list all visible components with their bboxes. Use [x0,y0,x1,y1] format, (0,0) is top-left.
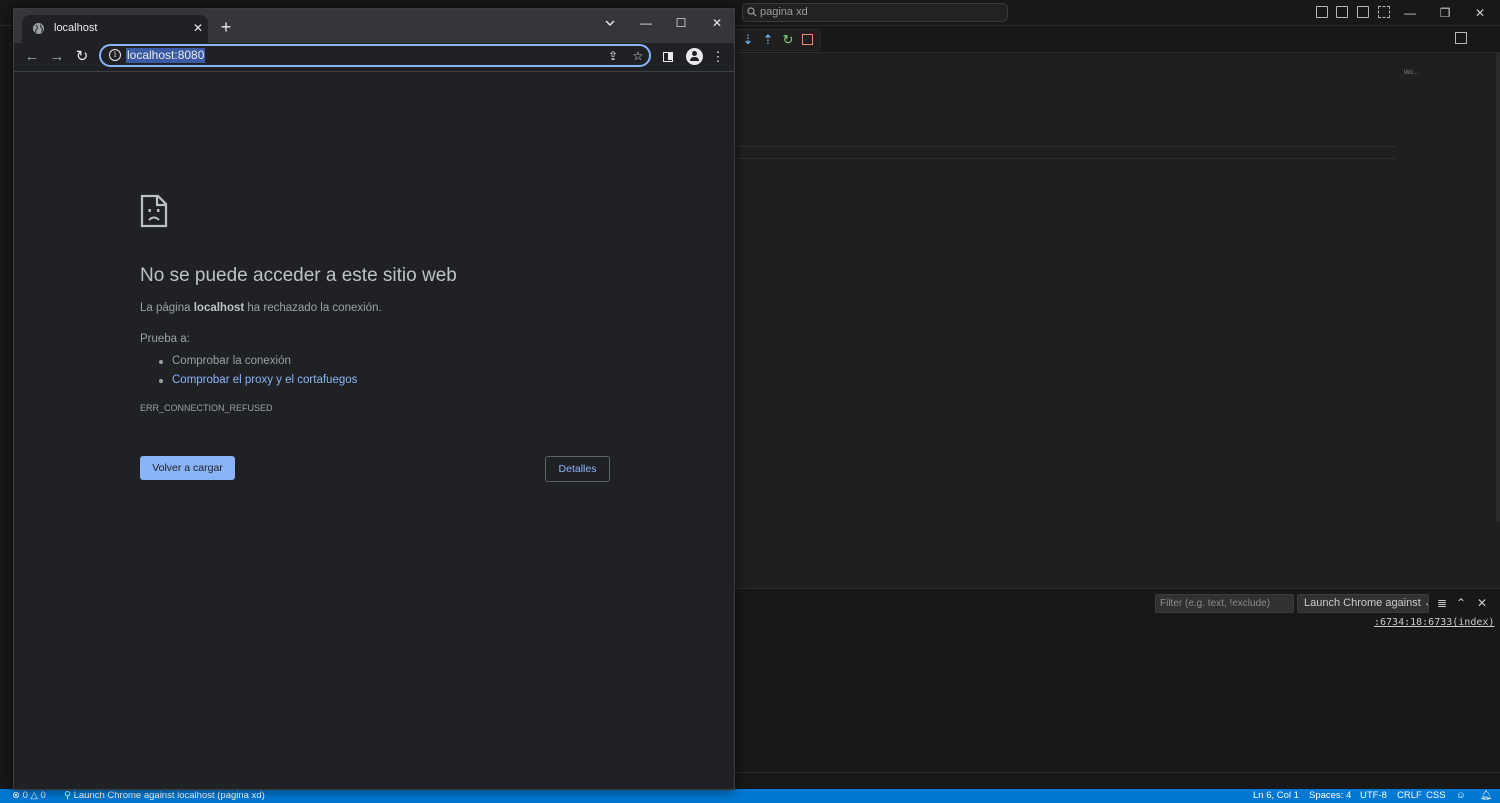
desc-host: localhost [193,302,245,314]
split-editor-icon[interactable] [1455,32,1467,44]
close-window-icon[interactable]: ✕ [705,13,729,33]
step-into-icon[interactable]: ⇣ [741,33,755,47]
restart-icon[interactable]: ↻ [781,33,795,47]
maximize-panel-icon[interactable]: ⌃ [1453,595,1469,611]
desc-suffix: ha rechazado la conexión. [244,302,382,314]
suggestion-check-proxy-link[interactable]: Comprobar el proxy y el cortafuegos [158,371,357,390]
share-icon[interactable]: ⇪ [605,48,621,64]
minimize-icon[interactable]: — [634,13,658,33]
suggestion-check-connection: Comprobar la conexión [158,352,357,371]
error-code: ERR_CONNECTION_REFUSED [140,403,273,413]
debug-target-label: Launch Chrome against localhost (pagina … [73,790,265,801]
warning-count: 0 [40,790,46,801]
error-description: La página localhost ha rechazado la cone… [140,302,382,314]
line-ending[interactable]: CRLF [1397,789,1422,803]
editor-area[interactable] [735,26,1500,588]
error-page: No se puede acceder a este sitio web La … [14,72,734,789]
sad-page-icon [140,194,168,228]
chevron-down-icon[interactable] [600,13,620,33]
close-icon[interactable]: ✕ [190,20,206,36]
activity-bar [0,26,14,789]
info-icon[interactable]: i [109,49,121,61]
suggestion-list: Comprobar la conexión Comprobar el proxy… [158,352,357,390]
problems-indicator[interactable]: ⊗ 0 △ 0 [12,789,46,803]
address-bar[interactable]: i localhost:8080 ⇪ ☆ [99,44,651,67]
debug-toolbar: ⇣ ⇡ ↻ [735,29,821,51]
word-wrap-icon[interactable]: ≣ [1434,595,1450,611]
close-panel-icon[interactable]: ✕ [1474,595,1490,611]
profile-head [692,51,697,56]
toggle-secondary-sidebar-icon[interactable] [1357,6,1369,18]
new-tab-button[interactable]: + [216,17,236,37]
desc-prefix: La página [140,302,194,314]
kebab-menu-icon[interactable]: ⋮ [708,47,728,67]
cursor-position[interactable]: Ln 6, Col 1 [1253,789,1299,803]
error-count: 0 [22,790,28,801]
toggle-sidebar-icon[interactable] [1316,6,1328,18]
reload-button[interactable]: Volver a cargar [140,456,235,480]
status-bar: ⊗ 0 △ 0 ⚲ Launch Chrome against localhos… [0,789,1500,803]
chrome-window: localhost ✕ + — ☐ ✕ ← → ↻ i localhost:80… [13,8,735,790]
url-text[interactable]: localhost:8080 [126,48,206,63]
chevron-down-icon: ⌄ [1424,597,1428,609]
try-label: Prueba a: [140,333,190,345]
launch-config-select[interactable]: Launch Chrome against ⌄ [1297,594,1429,613]
forward-arrow-icon[interactable]: → [46,46,68,68]
tab-title: localhost [54,22,98,34]
minimize-icon[interactable]: — [1400,4,1420,22]
side-panel-icon[interactable] [658,47,678,67]
customize-layout-icon[interactable] [1378,6,1390,18]
restore-icon[interactable]: ❐ [1435,4,1455,22]
chrome-toolbar: ← → ↻ i localhost:8080 ⇪ ☆ ⋮ [14,43,734,71]
toggle-panel-icon[interactable] [1336,6,1348,18]
console-filter-input[interactable]: Filter (e.g. text, !exclude) [1155,594,1294,613]
back-arrow-icon[interactable]: ← [21,46,43,68]
tab-strip: localhost ✕ + — ☐ ✕ [14,9,734,43]
command-center-search[interactable]: pagina xd [742,3,1008,22]
editor-scrollbar[interactable] [1496,52,1500,522]
feedback-icon[interactable]: ☺ [1456,789,1466,803]
debug-icon: ⚲ [64,790,71,801]
minimap: Wo... [1404,70,1418,76]
encoding[interactable]: UTF-8 [1360,789,1387,803]
debug-console-panel [735,588,1500,772]
reload-icon[interactable]: ↻ [71,46,93,68]
maximize-icon[interactable]: ☐ [669,13,693,33]
details-button[interactable]: Detalles [545,456,610,482]
search-icon [747,7,757,17]
error-title: No se puede acceder a este sitio web [140,265,457,286]
indentation[interactable]: Spaces: 4 [1309,789,1351,803]
panel-bottom-strip [735,772,1500,789]
plus-icon: + [220,17,232,37]
console-source-link[interactable]: :6734:18:6733(index) [1374,617,1494,628]
search-text: pagina xd [760,6,808,18]
warning-icon: △ [30,790,38,801]
error-icon: ⊗ [12,790,20,801]
profile-icon[interactable] [686,48,703,65]
editor-line [735,158,1396,159]
language-mode[interactable]: CSS [1426,789,1446,803]
profile-body [690,57,699,61]
step-out-icon[interactable]: ⇡ [761,33,775,47]
notifications-icon[interactable]: 🔔︎ [1480,789,1492,803]
launch-config-label: Launch Chrome against [1304,597,1421,609]
globe-icon [33,23,44,34]
debug-target[interactable]: ⚲ Launch Chrome against localhost (pagin… [64,789,265,803]
tab-localhost[interactable]: localhost ✕ [22,15,208,43]
side-panel-frame [663,52,673,62]
star-icon[interactable]: ☆ [630,48,646,64]
side-panel-fill [668,53,672,60]
close-icon[interactable]: ✕ [1470,4,1490,22]
editor-tabs-row [735,26,1500,53]
stop-icon[interactable] [802,34,813,45]
editor-line [735,146,1396,147]
